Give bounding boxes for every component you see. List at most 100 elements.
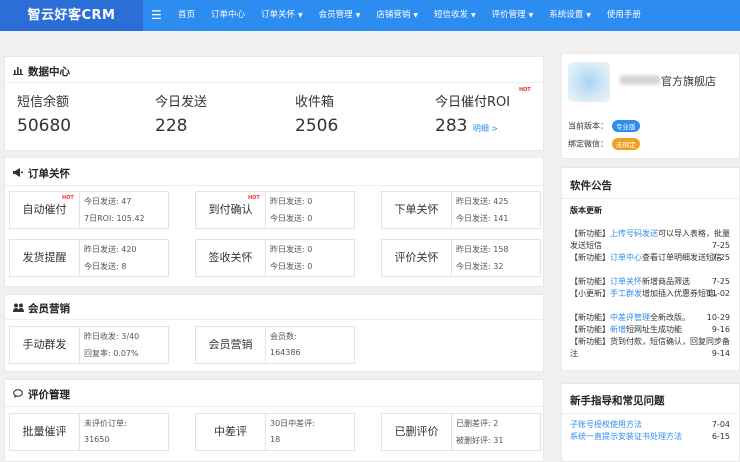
version-label: 当前版本： [568, 121, 608, 131]
guide-date: 7-04 [711, 420, 730, 429]
feature-card[interactable]: 自动催付 HOT 今日发送: 47 7日ROI: 105.42 [9, 191, 169, 229]
app-logo[interactable]: 智云好客CRM [0, 0, 143, 31]
announcement-link[interactable]: 订单关怀 [610, 277, 642, 286]
chevron-down-icon: ▼ [355, 12, 361, 19]
announcement-tag: 【新功能】 [570, 337, 610, 346]
nav-item[interactable]: 评价管理 ▼ [484, 0, 542, 31]
feature-card[interactable]: 手动群发 昨日收发: 3/40 回复率: 0.07% [9, 326, 169, 364]
nav-item[interactable]: 店铺营销 ▼ [368, 0, 426, 31]
shop-name-blur [620, 75, 660, 85]
nav-item[interactable]: 使用手册 [599, 0, 649, 31]
announcement-tag: 【小更新】 [570, 289, 610, 298]
feature-card-stat: 回复率: 0.07% [84, 349, 139, 358]
feature-card-stat: 已删差评: 2 [456, 419, 499, 428]
feature-card[interactable]: 中差评 30日中差评: 18 [195, 413, 355, 451]
main-nav: 首页 订单中心 订单关怀 ▼ 会员管理 ▼ 店铺营销 ▼ 短信收发 ▼ 评价管理 ▼ 系统设置 ▼ 使用手册 [170, 0, 649, 31]
nav-item-label: 使用手册 [606, 10, 641, 20]
feature-card-title[interactable]: 下单关怀 [382, 192, 452, 228]
feature-card-title[interactable]: 发货提醒 [10, 240, 80, 276]
announcement-tag: 【新功能】 [570, 313, 610, 322]
feature-card-title[interactable]: 签收关怀 [196, 240, 266, 276]
feature-card-stat: 30日中差评: [270, 419, 315, 428]
nav-item-label: 首页 [178, 10, 196, 20]
announcement-text: 全新改版。 [650, 313, 690, 322]
chat-bubble-icon [13, 389, 25, 401]
top-navbar: 智云好客CRM ☰ 首页 订单中心 订单关怀 ▼ 会员管理 ▼ 店铺营销 ▼ 短信收发 ▼ 评价管理… [0, 0, 740, 31]
hamburger-icon[interactable]: ☰ [151, 0, 162, 31]
chevron-down-icon: ▼ [470, 12, 476, 19]
feature-card-title[interactable]: 会员营销 [196, 327, 266, 363]
member-marketing-title: 会员营销 [13, 301, 70, 316]
feature-card[interactable]: 发货提醒 昨日发送: 420 今日发送: 8 [9, 239, 169, 277]
wechat-badge[interactable]: 未绑定 [612, 138, 640, 150]
nav-item[interactable]: 订单关怀 ▼ [253, 0, 311, 31]
feature-card[interactable]: 到付确认 HOT 昨日发送: 0 今日发送: 0 [195, 191, 355, 229]
feature-card-title[interactable]: 手动群发 [10, 327, 80, 363]
feature-card-stat: 未评价订单: [84, 419, 127, 428]
member-marketing-title-text: 会员营销 [28, 303, 70, 315]
guide-link[interactable]: 子账号授权使用方法 [570, 420, 642, 429]
guide-item[interactable]: 子账号授权使用方法 7-04 [570, 419, 730, 431]
nav-item[interactable]: 会员管理 ▼ [311, 0, 369, 31]
announcement-item: 【新功能】上传号码发送可以导入表格，批量发送短信 7-25 [570, 228, 730, 252]
nav-item[interactable]: 首页 [170, 0, 203, 31]
nav-item-label: 会员管理 [318, 10, 353, 20]
feature-card-stat: 被删好评: 31 [456, 436, 504, 445]
stat-value: 2506 [295, 116, 339, 136]
wechat-label: 绑定微信： [568, 139, 608, 149]
guide-link[interactable]: 系统一直提示安装证书处理方法 [570, 432, 682, 441]
nav-item-label: 订单中心 [211, 10, 246, 20]
data-center-title-text: 数据中心 [28, 66, 70, 78]
nav-item-label: 评价管理 [491, 10, 526, 20]
chevron-down-icon: ▼ [586, 12, 591, 19]
announcement-link[interactable]: 手工群发 [610, 289, 642, 298]
hot-badge: HOT [519, 87, 531, 93]
announcement-link[interactable]: 中差评管理 [610, 313, 650, 322]
nav-item-label: 系统设置 [549, 10, 584, 20]
guide-item[interactable]: 系统一直提示安装证书处理方法 6-15 [570, 431, 730, 443]
feature-card-title[interactable]: 已删评价 [382, 414, 452, 450]
feature-card[interactable]: 已删评价 已删差评: 2 被删好评: 31 [381, 413, 541, 451]
feature-card-stat: 昨日发送: 0 [270, 245, 313, 254]
feature-card[interactable]: 会员营销 会员数: 164386 [195, 326, 355, 364]
stat-today-sent: 今日发送 228 [155, 91, 207, 136]
feature-card-stat: 昨日发送: 420 [84, 245, 137, 254]
feature-card[interactable]: 评价关怀 昨日发送: 158 今日发送: 32 [381, 239, 541, 277]
announcements-title: 软件公告 [570, 180, 612, 192]
announcement-date: 11-02 [706, 289, 730, 298]
member-marketing-panel: 会员营销 手动群发 昨日收发: 3/40 回复率: 0.07% 会员营销 会员数: 164… [4, 294, 544, 372]
stat-label: 今日发送 [155, 95, 208, 110]
announcement-date: 9-14 [711, 349, 730, 358]
stat-inbox[interactable]: 收件箱 2506 [295, 91, 338, 136]
roi-detail-link[interactable]: 明细 > [473, 124, 498, 133]
feature-card-stat: 164386 [270, 348, 301, 357]
hot-badge: HOT [62, 195, 74, 201]
feature-card-stat: 今日发送: 0 [270, 262, 313, 271]
announcement-item: 【新功能】订单中心查看订单明细发送短信 7-25 [570, 252, 730, 264]
announcement-link[interactable]: 新增 [610, 325, 626, 334]
stat-value: 50680 [17, 116, 72, 136]
announcement-link[interactable]: 订单中心 [610, 253, 642, 262]
announcement-tag: 【新功能】 [570, 277, 610, 286]
megaphone-icon [13, 168, 25, 180]
feature-card-title[interactable]: 评价关怀 [382, 240, 452, 276]
feature-card[interactable]: 下单关怀 昨日发送: 425 今日发送: 141 [381, 191, 541, 229]
feature-card-stat: 7日ROI: 105.42 [84, 214, 145, 223]
feature-card[interactable]: 签收关怀 昨日发送: 0 今日发送: 0 [195, 239, 355, 277]
announcement-item: 【新功能】新增短网址生成功能 9-16 [570, 324, 730, 336]
nav-item[interactable]: 系统设置 ▼ [541, 0, 599, 31]
nav-item-label: 订单关怀 [261, 10, 296, 20]
feature-card-stat: 今日发送: 8 [84, 262, 127, 271]
announcement-text: 短网址生成功能 [626, 325, 682, 334]
users-icon [13, 303, 25, 315]
feature-card-stat: 18 [270, 435, 281, 444]
feature-card-title[interactable]: 批量催评 [10, 414, 80, 450]
nav-item[interactable]: 短信收发 ▼ [426, 0, 484, 31]
feature-card-stat: 昨日发送: 158 [456, 245, 509, 254]
announcement-item: 【新功能】中差评管理全新改版。 10-29 [570, 312, 730, 324]
feature-card[interactable]: 批量催评 未评价订单: 31650 [9, 413, 169, 451]
feature-card-stat: 31650 [84, 435, 110, 444]
announcement-link[interactable]: 上传号码发送 [610, 229, 658, 238]
nav-item[interactable]: 订单中心 [203, 0, 253, 31]
feature-card-title[interactable]: 中差评 [196, 414, 266, 450]
